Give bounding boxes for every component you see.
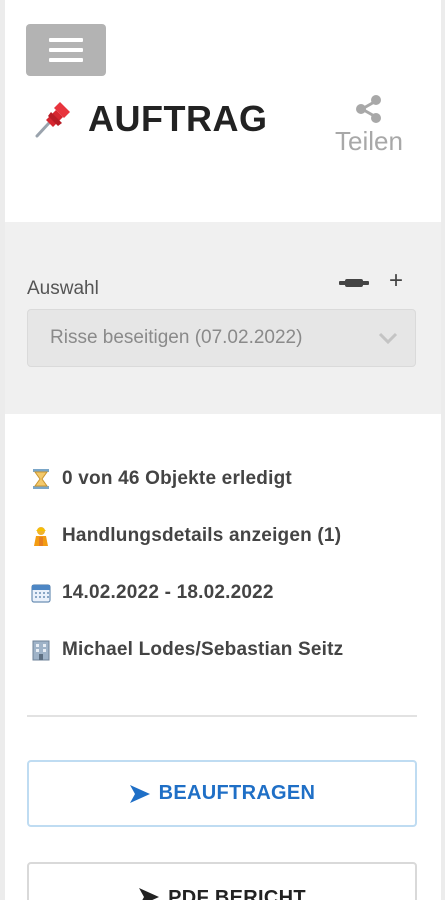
page-title-row: AUFTRAG bbox=[32, 96, 267, 142]
arrow-right-icon bbox=[129, 784, 150, 803]
assign-button[interactable]: BEAUFTRAGEN bbox=[27, 760, 417, 827]
page: AUFTRAG Teilen Auswahl + Risse beseitige… bbox=[0, 0, 445, 900]
selection-label: Auswahl bbox=[27, 278, 99, 299]
date-range-text: 14.02.2022 - 18.02.2022 bbox=[62, 582, 274, 603]
add-selection-button[interactable]: + bbox=[385, 267, 407, 295]
assign-button-label: BEAUFTRAGEN bbox=[158, 782, 316, 804]
selection-dropdown[interactable]: Risse beseitigen (07.02.2022) bbox=[27, 309, 416, 367]
assignee-text: Michael Lodes/Sebastian Seitz bbox=[62, 639, 344, 660]
chevron-down-icon bbox=[378, 332, 398, 345]
action-details-text: Handlungsdetails anzeigen (1) bbox=[62, 525, 342, 546]
selection-value: Risse beseitigen (07.02.2022) bbox=[50, 327, 303, 348]
pdf-report-button-label: PDF BERICHT bbox=[168, 887, 306, 900]
action-details-link[interactable]: Handlungsdetails anzeigen (1) bbox=[30, 521, 341, 551]
progress-info: 0 von 46 Objekte erledigt bbox=[30, 464, 292, 494]
left-edge bbox=[0, 0, 5, 900]
share-label: Teilen bbox=[335, 126, 403, 156]
minus-icon bbox=[339, 279, 369, 287]
pdf-report-button[interactable]: PDF BERICHT bbox=[27, 862, 417, 900]
worker-icon bbox=[30, 525, 52, 547]
divider bbox=[27, 715, 417, 717]
calendar-icon bbox=[30, 582, 52, 604]
arrow-right-icon bbox=[139, 888, 160, 900]
hamburger-icon-bar bbox=[49, 58, 83, 62]
selection-panel: Auswahl + Risse beseitigen (07.02.2022) bbox=[5, 222, 441, 414]
hamburger-icon bbox=[49, 38, 83, 42]
hourglass-icon bbox=[30, 468, 52, 490]
share-button[interactable]: Teilen bbox=[327, 94, 411, 164]
office-building-icon bbox=[30, 639, 52, 661]
progress-text: 0 von 46 Objekte erledigt bbox=[62, 468, 292, 489]
pushpin-icon bbox=[32, 98, 74, 140]
share-icon bbox=[354, 94, 384, 124]
page-title: AUFTRAG bbox=[88, 98, 268, 139]
remove-selection-button[interactable] bbox=[339, 276, 369, 290]
right-edge bbox=[441, 0, 445, 900]
assignee-info: Michael Lodes/Sebastian Seitz bbox=[30, 635, 343, 665]
menu-button[interactable] bbox=[26, 24, 106, 76]
hamburger-icon-bar bbox=[49, 48, 83, 52]
date-range-info: 14.02.2022 - 18.02.2022 bbox=[30, 578, 274, 608]
